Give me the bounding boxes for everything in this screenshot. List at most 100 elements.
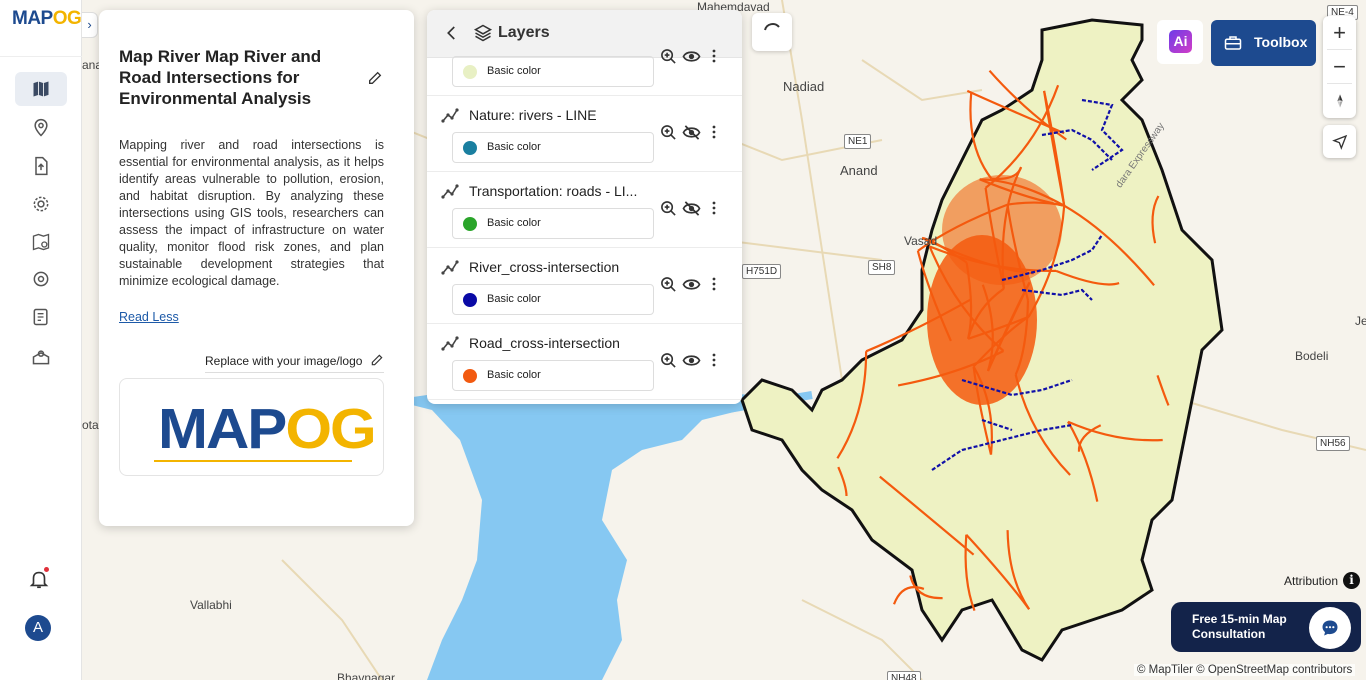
shield-nh751d: H751D	[742, 264, 782, 279]
visibility-off-icon[interactable]	[682, 200, 701, 217]
rail-map-settings-button[interactable]	[15, 225, 67, 259]
rail-map-button[interactable]	[15, 72, 67, 106]
map-label-vallabhi: Vallabhi	[190, 598, 232, 612]
map-copyright: © MapTiler © OpenStreetMap contributors	[1134, 664, 1356, 676]
more-options-icon[interactable]	[709, 276, 719, 292]
rail-map-pin-button[interactable]	[15, 340, 67, 374]
visibility-off-icon[interactable]	[682, 124, 701, 141]
layer-color-picker[interactable]: Basic color	[452, 208, 654, 239]
edit-title-pencil-icon[interactable]	[367, 70, 383, 86]
color-label: Basic color	[487, 293, 541, 305]
line-layer-icon	[441, 260, 459, 275]
more-options-icon[interactable]	[709, 200, 719, 216]
zoom-controls: + −	[1323, 16, 1356, 118]
brand-logo-accent: OG	[285, 396, 376, 461]
map-label-bhavnagar: Bhavnagar	[337, 671, 396, 680]
notification-dot	[44, 567, 49, 572]
map-description: Mapping river and road intersections is …	[119, 138, 384, 288]
layer-color-picker[interactable]: Basic color	[452, 132, 654, 163]
zoom-to-layer-icon[interactable]	[660, 200, 677, 217]
visibility-eye-icon[interactable]	[682, 48, 701, 65]
color-swatch	[463, 141, 477, 155]
read-less-link[interactable]: Read Less	[119, 310, 179, 324]
logo-preview-box: MAPOG	[119, 378, 384, 476]
app-logo[interactable]: MAPOG	[12, 8, 82, 30]
map-settings-icon	[32, 233, 50, 251]
color-swatch	[463, 65, 477, 79]
brand-logo-main: MAP	[158, 396, 287, 461]
layer-color-picker[interactable]: Basic color	[452, 360, 654, 391]
edit-logo-pencil-icon[interactable]	[370, 353, 384, 367]
user-avatar[interactable]: A	[25, 615, 51, 641]
zoom-in-button[interactable]: +	[1323, 16, 1356, 49]
attribution-label[interactable]: Attribution	[1284, 574, 1338, 588]
layer-color-picker[interactable]: Basic color	[452, 284, 654, 315]
layer-name: Road_cross-intersection	[469, 335, 620, 351]
zoom-to-layer-icon[interactable]	[660, 276, 677, 293]
visibility-eye-icon[interactable]	[682, 352, 701, 369]
attribution-info-icon[interactable]: i	[1343, 572, 1360, 589]
layer-name: River_cross-intersection	[469, 259, 620, 275]
rail-divider	[0, 56, 82, 57]
layers-panel: Layers Basic color Nature: rivers - LINE B…	[427, 10, 742, 404]
brand-logo-image: MAPOG	[158, 400, 377, 458]
gear-icon	[33, 196, 49, 212]
layer-name: Transportation: roads - LI...	[469, 183, 638, 199]
rail-settings-button[interactable]	[15, 187, 67, 221]
info-panel: Map River Map River and Road Intersectio…	[99, 10, 414, 526]
map-label-nadiad: Nadiad	[783, 79, 825, 94]
loading-spinner-icon	[764, 23, 780, 31]
color-swatch	[463, 293, 477, 307]
toolbox-button[interactable]: Toolbox	[1211, 20, 1316, 66]
map-label-anand: Anand	[840, 163, 878, 178]
replace-logo-label: Replace with your image/logo	[205, 354, 363, 368]
replace-logo-row[interactable]: Replace with your image/logo	[205, 353, 384, 373]
logo-text-accent: OG	[52, 8, 82, 29]
map-title: Map River Map River and Road Intersectio…	[119, 47, 322, 108]
more-options-icon[interactable]	[709, 352, 719, 368]
layer-color-picker[interactable]: Basic color	[452, 56, 654, 87]
zoom-to-layer-icon[interactable]	[660, 352, 677, 369]
color-label: Basic color	[487, 217, 541, 229]
layer-row[interactable]: Basic color	[427, 40, 742, 96]
zoom-out-button[interactable]: −	[1323, 50, 1356, 83]
shield-nh48: NH48	[887, 671, 921, 680]
ai-sparkle-icon: Ai	[1169, 30, 1192, 53]
layer-row[interactable]: Road_cross-intersection Basic color	[427, 324, 742, 400]
rail-cog-button[interactable]	[15, 262, 67, 296]
consultation-text: Free 15-min Map Consultation	[1192, 612, 1287, 641]
logo-text-main: MAP	[12, 8, 53, 29]
rail-collapse-toggle[interactable]: ›	[82, 12, 98, 38]
map-icon	[33, 81, 49, 97]
zoom-to-layer-icon[interactable]	[660, 48, 677, 65]
map-label-right-je: Je	[1355, 314, 1366, 328]
more-options-icon[interactable]	[709, 48, 719, 64]
compass-icon	[1336, 93, 1343, 108]
visibility-eye-icon[interactable]	[682, 276, 701, 293]
rail-location-button[interactable]	[15, 111, 67, 145]
line-layer-icon	[441, 108, 459, 123]
layer-row[interactable]: River_cross-intersection Basic color	[427, 248, 742, 324]
chat-button[interactable]	[1309, 607, 1351, 649]
zoom-to-layer-icon[interactable]	[660, 124, 677, 141]
layer-row[interactable]: Nature: rivers - LINE Basic color	[427, 96, 742, 172]
map-pin-box-icon	[32, 350, 50, 365]
compass-button[interactable]	[1323, 84, 1356, 117]
color-label: Basic color	[487, 141, 541, 153]
shield-ne1: NE1	[844, 134, 872, 149]
loading-indicator	[752, 13, 792, 51]
rail-upload-button[interactable]	[15, 149, 67, 183]
layer-row[interactable]: Transportation: roads - LI... Basic color	[427, 172, 742, 248]
more-options-icon[interactable]	[709, 124, 719, 140]
report-icon	[33, 308, 48, 326]
left-rail: MAPOG A	[0, 0, 82, 680]
geolocate-button[interactable]	[1323, 125, 1356, 158]
ai-assistant-button[interactable]: Ai	[1157, 20, 1203, 64]
toolbox-label: Toolbox	[1254, 34, 1308, 50]
logo-underline	[154, 460, 352, 462]
color-swatch	[463, 369, 477, 383]
chat-bubble-icon	[1322, 620, 1338, 636]
layer-name: Nature: rivers - LINE	[469, 107, 597, 123]
rail-report-button[interactable]	[15, 300, 67, 334]
upload-icon	[35, 156, 48, 176]
